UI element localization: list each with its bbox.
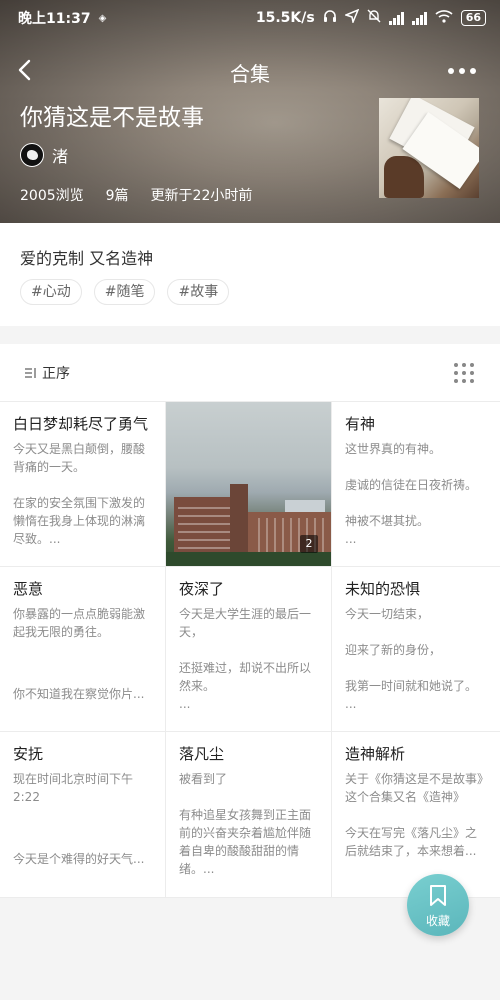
article-excerpt: 今天是大学生涯的最后一天， [179, 607, 312, 639]
more-options-icon[interactable] [448, 68, 476, 74]
article-excerpt: ... [345, 697, 357, 711]
nav-bar: 合集 [0, 56, 500, 86]
article-card[interactable]: 夜深了 今天是大学生涯的最后一天， 还挺难过，却说不出所以然来。 ... [166, 567, 332, 732]
collection-stats: 2005浏览 9篇 更新于22小时前 [20, 185, 252, 205]
page-title: 合集 [230, 62, 270, 86]
collection-header: 晚上11:37 ◈ 15.5K/s 66 合集 你猜这是不是故事 渚 2005浏… [0, 0, 500, 223]
sort-bar: 正序 [0, 344, 500, 402]
description-text: 爱的克制 又名造神 [20, 249, 154, 268]
article-title: 白日梦却耗尽了勇气 [13, 415, 149, 433]
article-excerpt: 你暴露的一点点脆弱能激起我无限的勇往。 [13, 607, 146, 639]
article-card-photo[interactable]: 2 [166, 402, 332, 567]
article-excerpt: 关于《你猜这是不是故事》这个合集又名《造神》 [345, 772, 484, 804]
author-name[interactable]: 渚 [52, 143, 68, 167]
article-card[interactable]: 恶意 你暴露的一点点脆弱能激起我无限的勇往。 你不知道我在察觉你片... [0, 567, 166, 732]
article-card[interactable]: 造神解析 关于《你猜这是不是故事》这个合集又名《造神》 今天在写完《落凡尘》之后… [332, 732, 500, 898]
signal-hd-icon [411, 11, 427, 25]
article-excerpt: 在家的安全氛围下激发的懒惰在我身上体现的淋漓尽致。... [13, 496, 146, 546]
article-title: 未知的恐惧 [345, 580, 421, 598]
article-title: 造神解析 [345, 745, 406, 763]
sort-order-icon[interactable] [24, 365, 38, 379]
article-excerpt: 神被不堪其扰。 [345, 514, 430, 528]
article-excerpt: 虔诚的信徒在日夜祈祷。 [345, 478, 478, 492]
tag-chip[interactable]: #故事 [167, 279, 230, 305]
article-card[interactable]: 落凡尘 被看到了 有种追星女孩舞到正主面前的兴奋夹杂着尴尬伴随着自卑的酸酸甜甜的… [166, 732, 332, 898]
article-title: 安抚 [13, 745, 44, 763]
article-excerpt: 我第一时间就和她说了。 [345, 679, 478, 693]
status-time: 晚上11:37 [18, 11, 91, 27]
article-title: 有神 [345, 415, 376, 433]
tag-list: #心动 #随笔 #故事 [20, 279, 230, 305]
article-title: 落凡尘 [179, 745, 225, 763]
grid-view-icon[interactable] [454, 363, 474, 383]
mute-icon [367, 9, 381, 27]
article-excerpt: ... [345, 532, 357, 546]
article-card[interactable]: 白日梦却耗尽了勇气 今天又是黑白颠倒，腰酸背痛的一天。 在家的安全氛围下激发的懒… [0, 402, 166, 567]
article-excerpt: 被看到了 [179, 772, 228, 786]
article-grid: 白日梦却耗尽了勇气 今天又是黑白颠倒，腰酸背痛的一天。 在家的安全氛围下激发的懒… [0, 402, 500, 898]
article-excerpt: 今天在写完《落凡尘》之后就结束了，本来想着... [345, 826, 478, 858]
signal-icon [388, 11, 404, 25]
favorite-button[interactable]: 收藏 [407, 874, 469, 936]
article-card[interactable]: 安抚 现在时间北京时间下午2:22 今天是个难得的好天气... [0, 732, 166, 898]
article-excerpt: 今天又是黑白颠倒，腰酸背痛的一天。 [13, 442, 146, 474]
favorite-label: 收藏 [425, 914, 450, 928]
article-excerpt: 迎来了新的身份， [345, 643, 442, 657]
network-speed: 15.5K/s [255, 10, 315, 26]
article-card[interactable]: 未知的恐惧 今天一切结束， 迎来了新的身份， 我第一时间就和她说了。 ... [332, 567, 500, 732]
collection-cover-image[interactable] [379, 98, 479, 198]
location-icon [343, 8, 360, 27]
wifi-icon [435, 9, 453, 27]
article-excerpt: ... [179, 697, 191, 711]
author-avatar[interactable] [20, 143, 44, 167]
article-count: 9篇 [105, 188, 129, 204]
author-link[interactable]: 渚 [20, 143, 68, 167]
view-count: 2005浏览 [20, 188, 84, 204]
article-excerpt: 还挺难过，却说不出所以然来。 [179, 661, 312, 693]
article-card[interactable]: 有神 这世界真的有神。 虔诚的信徒在日夜祈祷。 神被不堪其扰。 ... [332, 402, 500, 567]
article-excerpt: 现在时间北京时间下午2:22 [13, 772, 134, 804]
bookmark-icon [429, 885, 447, 907]
status-bar: 晚上11:37 ◈ 15.5K/s 66 [18, 8, 486, 28]
collection-title: 你猜这是不是故事 [20, 105, 204, 131]
article-excerpt: 今天是个难得的好天气... [13, 852, 145, 866]
article-excerpt: 今天一切结束， [345, 607, 430, 621]
article-excerpt: 这世界真的有神。 [345, 442, 442, 456]
article-excerpt: 有种追星女孩舞到正主面前的兴奋夹杂着尴尬伴随着自卑的酸酸甜甜的情绪。... [179, 808, 312, 876]
tag-chip[interactable]: #心动 [20, 279, 82, 305]
article-title: 恶意 [13, 580, 44, 598]
tag-chip[interactable]: #随笔 [93, 279, 156, 305]
updated-time: 更新于22小时前 [150, 188, 253, 204]
article-title: 夜深了 [179, 580, 225, 598]
article-excerpt: 你不知道我在察觉你片... [13, 687, 145, 701]
battery-indicator: 66 [460, 10, 486, 26]
image-count-badge: 2 [300, 535, 318, 553]
app-notification-icon: ◈ [98, 12, 107, 24]
collection-description: 爱的克制 又名造神 #心动 #随笔 #故事 [0, 223, 500, 326]
sort-order-button[interactable]: 正序 [42, 363, 70, 383]
headphone-icon [323, 9, 337, 27]
